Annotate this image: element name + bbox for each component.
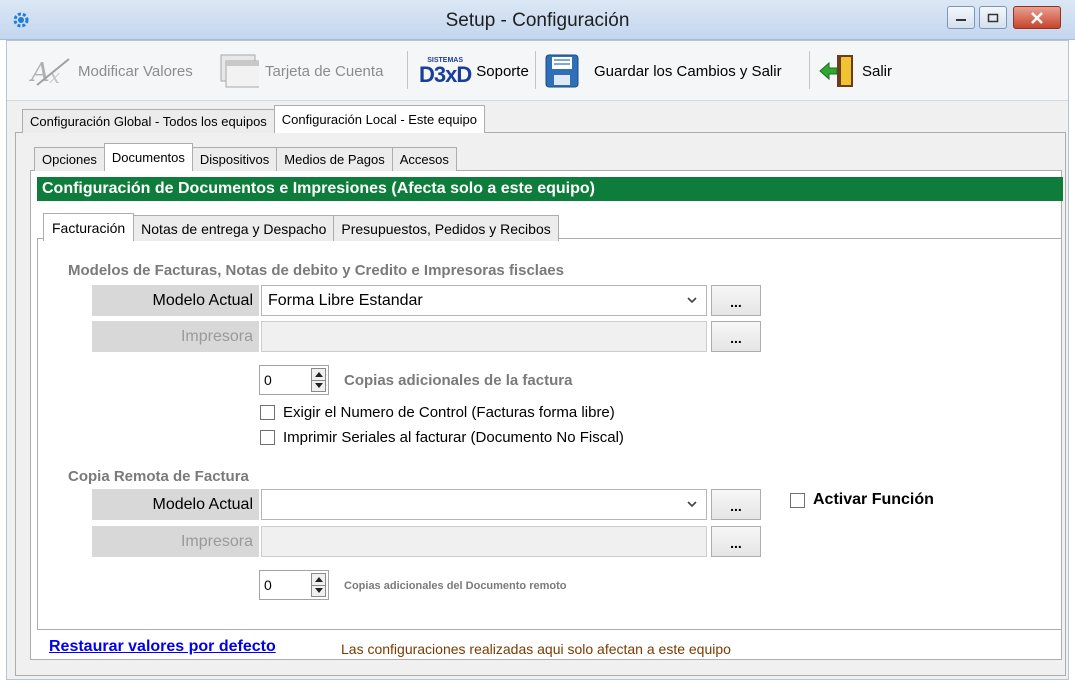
remote-printer-label: Impresora [92,526,259,557]
tab-medios-de-pagos[interactable]: Medios de Pagos [276,147,393,171]
exit-label: Salir [862,62,893,80]
remote-copy-title: Copia Remota de Factura [68,468,249,485]
scope-tabs: Configuración Global - Todos los equipos… [22,105,485,133]
setup-window: A x Modificar Valores Tarjeta de Cuenta … [6,40,1069,680]
edit-values-icon: A x [29,58,70,88]
activate-function-checkbox[interactable]: Activar Función [790,491,934,509]
exit-button[interactable]: Salir [817,50,892,92]
remote-copies-value: 0 [264,577,272,593]
invoice-copies-label: Copias adicionales de la factura [344,372,573,389]
toolbar: A x Modificar Valores Tarjeta de Cuenta … [7,41,1068,101]
account-card-button[interactable]: Tarjeta de Cuenta [219,50,383,92]
tab-documentos[interactable]: Documentos [103,143,193,171]
tab-local-config[interactable]: Configuración Local - Este equipo [273,105,485,133]
section-header: Configuración de Documentos e Impresione… [37,177,1063,201]
remote-printer-field[interactable] [261,526,707,557]
chevron-down-icon [687,501,697,508]
modify-values-button[interactable]: A x Modificar Valores [29,50,193,92]
tab-notas-de-entrega[interactable]: Notas de entrega y Despacho [133,215,335,241]
support-label: Soporte [476,62,529,80]
tab-dispositivos[interactable]: Dispositivos [191,147,278,171]
spin-up-icon[interactable] [312,369,325,380]
tab-facturacion[interactable]: Facturación [43,213,135,241]
printer-label: Impresora [92,321,259,352]
tab-accesos[interactable]: Accesos [391,147,457,171]
floppy-disk-icon [545,54,579,88]
require-control-number-checkbox[interactable]: Exigir el Numero de Control (Facturas fo… [260,404,615,421]
title-bar: Setup - Configuración [0,0,1075,40]
activate-function-label: Activar Función [813,491,934,508]
invoice-model-select[interactable]: Forma Libre Estandar [261,285,707,316]
save-and-exit-button[interactable]: Guardar los Cambios y Salir [544,50,782,92]
remote-copies-label: Copias adicionales del Documento remoto [344,580,567,592]
remote-copies-stepper[interactable]: 0 [259,570,329,600]
tab-global-config[interactable]: Configuración Global - Todos los equipos [22,109,275,133]
save-and-exit-label: Guardar los Cambios y Salir [594,62,782,80]
exit-door-icon [819,55,853,87]
invoice-models-title: Modelos de Facturas, Notas de debito y C… [68,262,564,279]
modify-values-label: Modificar Valores [78,62,193,80]
toolbar-separator [407,51,408,89]
chevron-down-icon [687,297,697,304]
remote-printer-browse-button[interactable]: ... [711,526,761,557]
window-title: Setup - Configuración [445,10,630,31]
tab-opciones[interactable]: Opciones [34,147,105,171]
invoice-model-browse-button[interactable]: ... [711,285,761,316]
local-config-note: Las configuraciones realizadas aqui solo… [341,641,731,657]
document-tabs: Facturación Notas de entrega y Despacho … [43,213,559,241]
invoice-copies-stepper[interactable]: 0 [259,365,329,395]
invoice-printer-browse-button[interactable]: ... [711,321,761,352]
require-control-number-label: Exigir el Numero de Control (Facturas fo… [283,404,615,421]
invoice-copies-value: 0 [264,372,272,388]
spin-down-icon[interactable] [312,379,325,392]
print-serials-checkbox[interactable]: Imprimir Seriales al facturar (Documento… [260,429,624,446]
invoice-model-value: Forma Libre Estandar [268,291,423,309]
model-label: Modelo Actual [92,285,259,316]
print-serials-label: Imprimir Seriales al facturar (Documento… [283,429,624,446]
tab-presupuestos[interactable]: Presupuestos, Pedidos y Recibos [333,215,559,241]
close-icon [1031,11,1043,24]
card-window-icon [220,54,259,88]
spin-down-icon[interactable] [312,584,325,597]
close-button[interactable] [1013,6,1061,29]
remote-model-label: Modelo Actual [92,489,259,520]
invoice-printer-field[interactable] [261,321,707,352]
checkbox-box[interactable] [260,430,275,445]
support-button[interactable]: SISTEMAS D3xD Soporte [419,50,529,92]
account-card-label: Tarjeta de Cuenta [265,62,384,80]
toolbar-separator [535,51,536,89]
maximize-icon [987,13,999,22]
maximize-button[interactable] [979,6,1007,29]
section-tabs: Opciones Documentos Dispositivos Medios … [34,143,457,171]
minimize-button[interactable] [947,6,975,29]
checkbox-box[interactable] [790,492,805,508]
spin-up-icon[interactable] [312,574,325,585]
checkbox-box[interactable] [260,405,275,420]
remote-model-browse-button[interactable]: ... [711,489,761,520]
d3xd-logo: SISTEMAS D3xD [419,56,472,87]
toolbar-separator [809,51,810,89]
remote-model-select[interactable] [261,489,707,520]
minimize-icon [956,18,966,21]
restore-defaults-link[interactable]: Restaurar valores por defecto [49,638,276,656]
